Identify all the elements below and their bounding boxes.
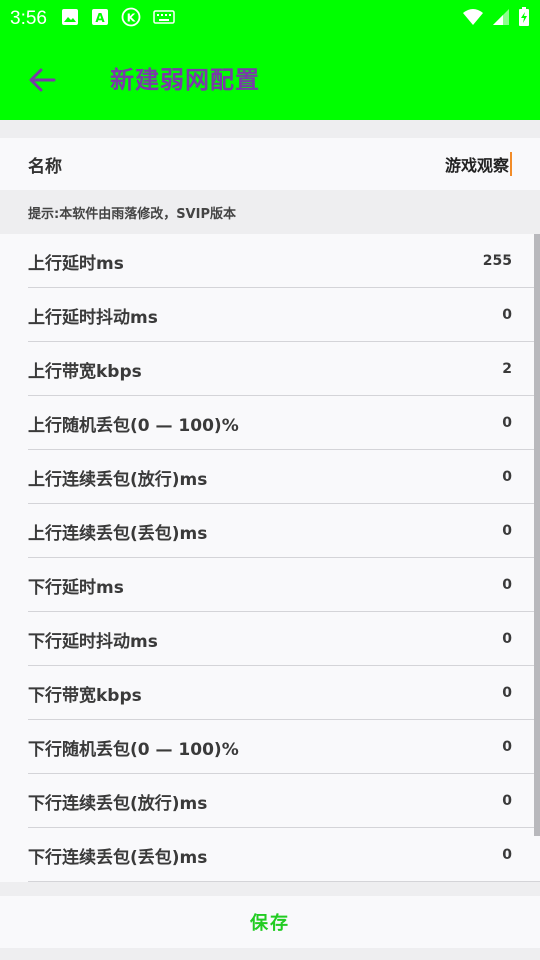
item-value: 0: [502, 685, 512, 701]
item-value: 0: [502, 847, 512, 863]
a-box-icon: A: [91, 8, 109, 30]
list-item[interactable]: 上行带宽kbps 2: [0, 342, 540, 396]
keyboard-icon: [153, 9, 175, 29]
k-circle-icon: K: [121, 7, 141, 31]
settings-list: 上行延时ms 255 上行延时抖动ms 0 上行带宽kbps 2 上行随机丢包(…: [0, 234, 540, 882]
item-label: 上行连续丢包(放行)ms: [28, 469, 208, 490]
list-item[interactable]: 下行连续丢包(放行)ms 0: [0, 774, 540, 828]
list-item[interactable]: 上行连续丢包(丢包)ms 0: [0, 504, 540, 558]
item-label: 上行随机丢包(0 — 100)%: [28, 415, 239, 436]
page-title: 新建弱网配置: [110, 66, 260, 94]
item-value: 0: [502, 577, 512, 593]
system-icons: [462, 7, 530, 31]
item-value: 0: [502, 307, 512, 323]
save-button[interactable]: 保存: [0, 896, 540, 948]
item-value: 255: [482, 253, 512, 269]
arrow-left-icon: [29, 68, 56, 92]
list-item[interactable]: 下行连续丢包(丢包)ms 0: [0, 828, 540, 882]
list-item[interactable]: 上行随机丢包(0 — 100)% 0: [0, 396, 540, 450]
scrollbar[interactable]: [534, 234, 540, 836]
item-value: 2: [502, 361, 512, 377]
item-value: 0: [502, 739, 512, 755]
battery-icon: [518, 7, 530, 31]
list-item[interactable]: 上行连续丢包(放行)ms 0: [0, 450, 540, 504]
svg-text:K: K: [127, 12, 136, 25]
save-label: 保存: [250, 913, 290, 934]
notification-icons: A K: [61, 7, 175, 31]
item-label: 下行连续丢包(放行)ms: [28, 793, 208, 814]
signal-icon: [492, 8, 510, 30]
list-item[interactable]: 上行延时ms 255: [0, 234, 540, 288]
item-value: 0: [502, 631, 512, 647]
list-item[interactable]: 下行随机丢包(0 — 100)% 0: [0, 720, 540, 774]
wifi-icon: [462, 8, 484, 30]
back-button[interactable]: [24, 62, 60, 98]
status-bar: 3:56 A K: [0, 0, 540, 38]
item-label: 上行带宽kbps: [28, 361, 142, 382]
svg-text:A: A: [95, 11, 105, 25]
item-label: 下行延时ms: [28, 577, 124, 598]
item-label: 下行带宽kbps: [28, 685, 142, 706]
item-label: 下行随机丢包(0 — 100)%: [28, 739, 239, 760]
list-item[interactable]: 上行延时抖动ms 0: [0, 288, 540, 342]
item-label: 上行延时ms: [28, 253, 124, 274]
hint-text: 提示:本软件由雨落修改，SVIP版本: [0, 190, 540, 234]
item-value: 0: [502, 523, 512, 539]
status-time: 3:56: [10, 8, 47, 29]
name-label: 名称: [28, 156, 62, 177]
name-input[interactable]: 游戏观察: [445, 152, 512, 176]
list-item[interactable]: 下行延时抖动ms 0: [0, 612, 540, 666]
item-label: 上行连续丢包(丢包)ms: [28, 523, 208, 544]
image-icon: [61, 8, 79, 30]
item-value: 0: [502, 793, 512, 809]
item-value: 0: [502, 469, 512, 485]
app-toolbar: 新建弱网配置: [0, 38, 540, 120]
list-item[interactable]: 下行带宽kbps 0: [0, 666, 540, 720]
name-field-row[interactable]: 名称 游戏观察: [0, 138, 540, 190]
item-label: 下行连续丢包(丢包)ms: [28, 847, 208, 868]
list-item[interactable]: 下行延时ms 0: [0, 558, 540, 612]
item-value: 0: [502, 415, 512, 431]
item-label: 上行延时抖动ms: [28, 307, 158, 328]
item-label: 下行延时抖动ms: [28, 631, 158, 652]
